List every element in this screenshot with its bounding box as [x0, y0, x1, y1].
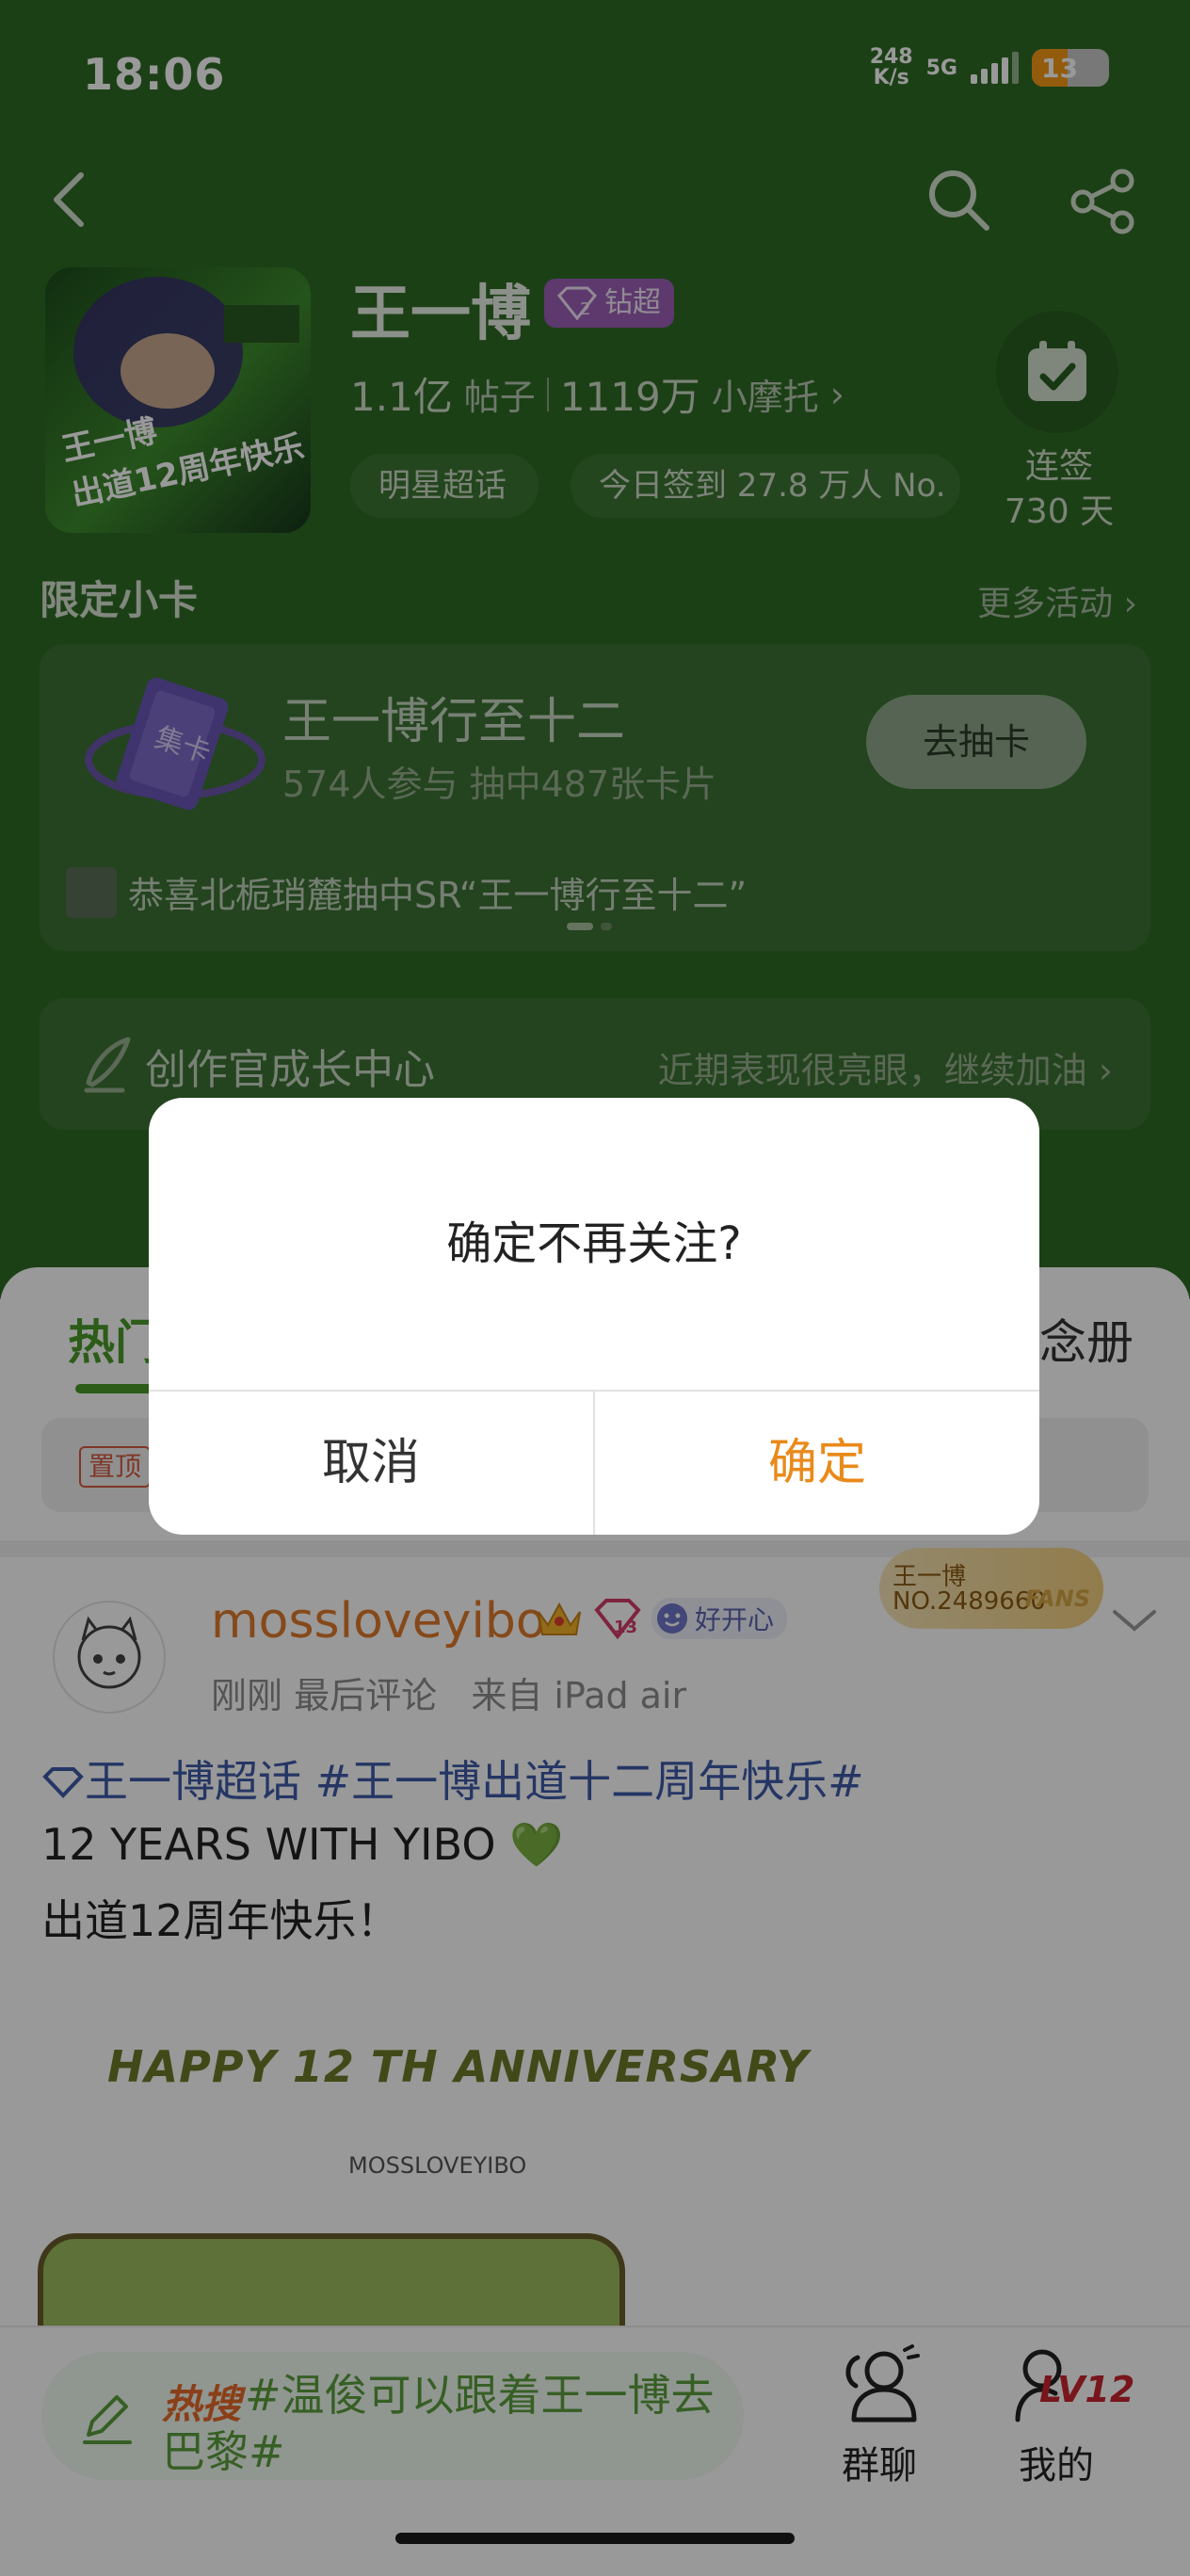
dialog-message: 确定不再关注? [446, 1217, 742, 1270]
confirm-button[interactable]: 确定 [595, 1392, 1039, 1535]
cancel-button[interactable]: 取消 [149, 1392, 593, 1535]
unfollow-confirm-dialog: 确定不再关注? 取消 确定 [149, 1098, 1039, 1535]
